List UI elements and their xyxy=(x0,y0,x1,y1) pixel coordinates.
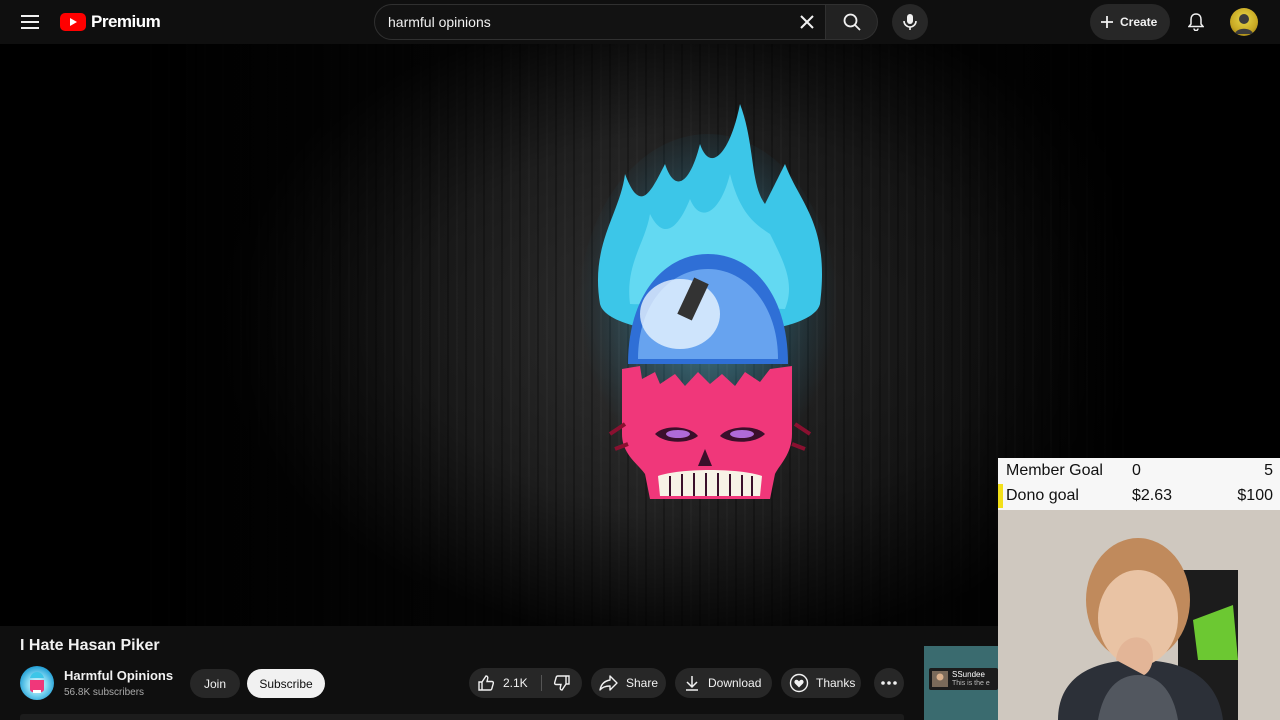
goal-current: $2.63 xyxy=(1132,487,1173,504)
bell-icon xyxy=(1188,13,1204,31)
thanks-label: Thanks xyxy=(816,676,856,690)
like-count: 2.1K xyxy=(503,676,528,690)
account-avatar[interactable] xyxy=(1230,8,1258,36)
notifications-button[interactable] xyxy=(1180,6,1212,38)
thumbs-up-icon xyxy=(478,675,495,691)
top-bar: Premium Create xyxy=(0,0,1280,44)
youtube-premium-logo[interactable]: Premium xyxy=(60,10,161,34)
chat-avatar-icon xyxy=(932,671,948,687)
download-label: Download xyxy=(708,676,762,690)
channel-avatar[interactable] xyxy=(20,666,54,700)
thanks-heart-icon xyxy=(789,673,809,693)
streamer-webcam xyxy=(998,510,1280,720)
download-button[interactable]: Download xyxy=(675,668,772,698)
chat-username: SSundee xyxy=(952,670,985,679)
stream-chat-overlay: SSundee This is the e xyxy=(924,646,998,720)
goal-label: Dono goal xyxy=(1006,487,1079,504)
chat-message: This is the e xyxy=(952,680,990,687)
share-icon xyxy=(599,675,618,691)
share-label: Share xyxy=(626,676,659,690)
more-actions-button[interactable] xyxy=(874,668,904,698)
logo-text: Premium xyxy=(91,12,161,31)
search-box[interactable] xyxy=(374,4,826,40)
goal-target: $100 xyxy=(1237,487,1273,504)
share-button[interactable]: Share xyxy=(591,668,666,698)
more-horizontal-icon xyxy=(881,681,897,685)
dono-goal-row: Dono goal $2.63 $100 xyxy=(998,483,1280,508)
description-box-top xyxy=(20,714,904,720)
mic-icon xyxy=(903,14,917,30)
member-goal-row: Member Goal 0 5 xyxy=(998,458,1280,483)
goal-label: Member Goal xyxy=(1006,462,1103,479)
search-button[interactable] xyxy=(826,4,878,40)
clear-search-button[interactable] xyxy=(793,8,821,36)
goal-current: 0 xyxy=(1132,462,1141,479)
close-icon xyxy=(800,15,814,29)
search-icon xyxy=(843,13,861,31)
stream-goals-overlay: Member Goal 0 5 Dono goal $2.63 $100 xyxy=(998,458,1280,510)
dislike-button[interactable] xyxy=(544,668,580,698)
voice-search-button[interactable] xyxy=(892,4,928,40)
subscriber-count: 56.8K subscribers xyxy=(64,687,145,698)
like-dislike-group: 2.1K xyxy=(469,668,582,698)
flaming-skull-image xyxy=(580,104,838,499)
thanks-button[interactable]: Thanks xyxy=(781,668,861,698)
video-title: I Hate Hasan Piker xyxy=(20,637,160,654)
thumbs-down-icon xyxy=(553,675,570,691)
subscribe-button[interactable]: Subscribe xyxy=(247,669,325,698)
download-icon xyxy=(686,676,698,691)
skull-avatar-icon xyxy=(30,672,44,693)
avatar-icon xyxy=(1235,14,1253,34)
streamer-figure xyxy=(998,510,1280,720)
create-label: Create xyxy=(1120,15,1158,29)
youtube-logo-icon xyxy=(60,13,86,31)
like-button[interactable]: 2.1K xyxy=(469,668,541,698)
create-button[interactable]: Create xyxy=(1090,4,1170,40)
menu-button[interactable] xyxy=(14,6,46,38)
plus-icon xyxy=(1101,16,1113,28)
channel-name[interactable]: Harmful Opinions xyxy=(64,668,173,683)
join-button[interactable]: Join xyxy=(190,669,240,698)
menu-icon xyxy=(21,15,39,29)
goal-target: 5 xyxy=(1264,462,1273,479)
search-input[interactable] xyxy=(388,5,788,39)
